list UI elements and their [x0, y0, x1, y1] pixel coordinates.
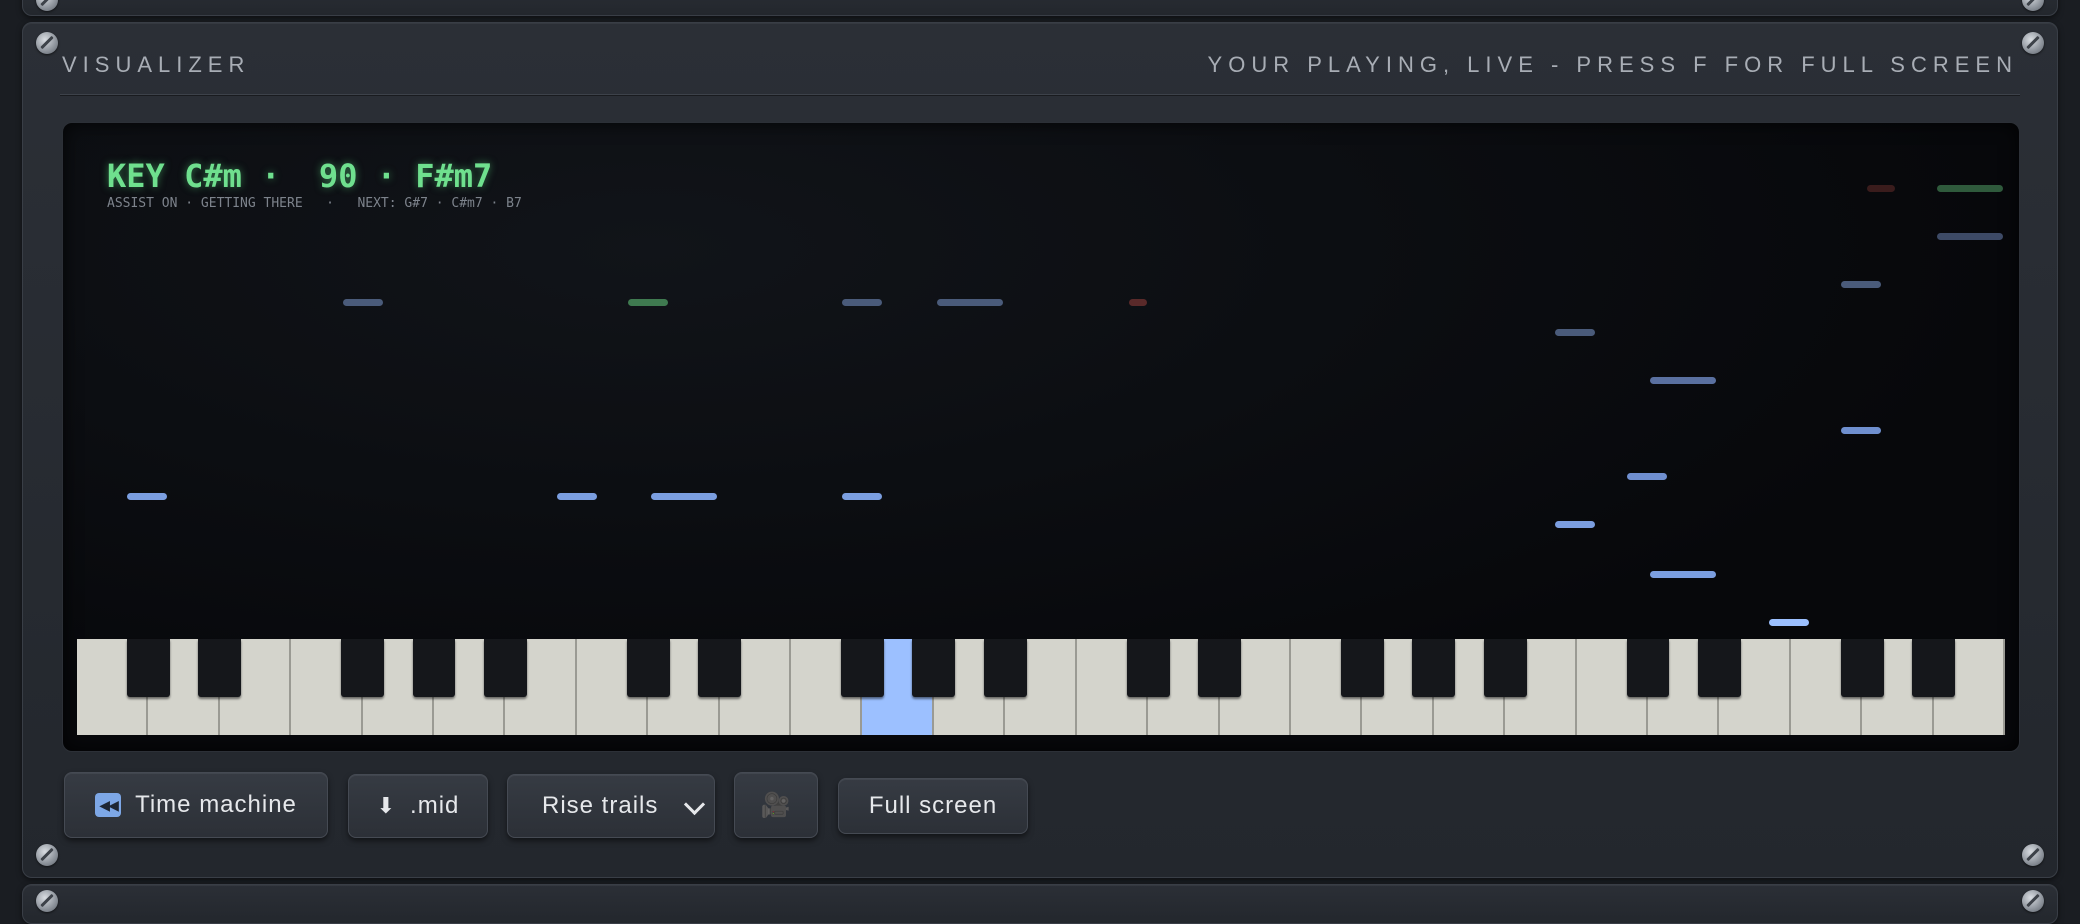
note-trail	[1841, 427, 1881, 434]
note-trail	[1650, 571, 1716, 578]
note-trail	[1867, 185, 1895, 192]
note-trail	[1129, 299, 1147, 306]
black-key[interactable]	[1340, 639, 1384, 697]
black-key[interactable]	[1126, 639, 1170, 697]
download-mid-label: .mid	[410, 792, 460, 819]
note-trail	[1937, 185, 2003, 192]
black-key[interactable]	[912, 639, 956, 697]
time-machine-button[interactable]: ◀◀ Time machine	[64, 772, 328, 838]
camera-button[interactable]: 🎥	[734, 772, 818, 838]
mode-select-value: Rise trails	[542, 792, 659, 819]
black-key[interactable]	[626, 639, 670, 697]
hud-key-readout: KEY C#m · 90 · F#m7	[107, 157, 493, 195]
note-trail	[651, 493, 717, 500]
screw-icon	[2022, 844, 2044, 866]
black-key[interactable]	[1483, 639, 1527, 697]
note-trail	[1937, 233, 2003, 240]
black-key[interactable]	[1912, 639, 1955, 697]
download-icon: ⬇	[376, 793, 397, 818]
fullscreen-label: Full screen	[868, 792, 998, 819]
note-trail	[1555, 329, 1595, 336]
note-trail	[1555, 521, 1595, 528]
black-key[interactable]	[983, 639, 1027, 697]
previous-panel-edge	[22, 0, 2058, 16]
note-trail	[557, 493, 597, 500]
black-key[interactable]	[126, 639, 170, 697]
black-key[interactable]	[841, 639, 884, 697]
note-trail	[343, 299, 383, 306]
black-key[interactable]	[484, 639, 527, 697]
black-key[interactable]	[198, 639, 242, 697]
screw-icon	[2022, 890, 2044, 912]
black-key[interactable]	[1412, 639, 1456, 697]
black-key[interactable]	[1198, 639, 1241, 697]
note-trail	[1627, 473, 1667, 480]
note-trail	[937, 299, 1003, 306]
fullscreen-button[interactable]: Full screen	[838, 778, 1028, 834]
hud-status-line: ASSIST ON · GETTING THERE · NEXT: G#7 · …	[107, 196, 522, 211]
mode-select[interactable]: Rise trails	[507, 774, 715, 838]
camera-icon: 🎥	[760, 791, 792, 819]
screw-icon	[2022, 32, 2044, 54]
note-trail	[1650, 377, 1716, 384]
screw-icon	[36, 32, 58, 54]
black-key[interactable]	[412, 639, 456, 697]
note-trail	[127, 493, 167, 500]
visualizer-screen[interactable]: KEY C#m · 90 · F#m7 ASSIST ON · GETTING …	[62, 122, 2020, 752]
screw-icon	[36, 890, 58, 912]
panel-hint: YOUR PLAYING, LIVE - PRESS F FOR FULL SC…	[1207, 52, 2018, 77]
black-key[interactable]	[1626, 639, 1670, 697]
screw-icon	[36, 844, 58, 866]
black-key[interactable]	[341, 639, 385, 697]
note-trail	[1769, 619, 1809, 626]
black-key[interactable]	[1697, 639, 1741, 697]
note-trail	[628, 299, 668, 306]
download-mid-button[interactable]: ⬇ .mid	[348, 774, 488, 838]
time-machine-label: Time machine	[135, 791, 297, 818]
panel-divider	[60, 94, 2020, 95]
rewind-icon: ◀◀	[95, 793, 122, 817]
chevron-down-icon	[683, 793, 706, 816]
note-trail	[1841, 281, 1881, 288]
piano-keyboard[interactable]	[77, 639, 2005, 735]
black-key[interactable]	[698, 639, 742, 697]
next-panel-edge	[22, 884, 2058, 924]
note-trail	[842, 299, 882, 306]
black-key[interactable]	[1840, 639, 1884, 697]
panel-title: VISUALIZER	[62, 52, 251, 77]
note-trail	[842, 493, 882, 500]
